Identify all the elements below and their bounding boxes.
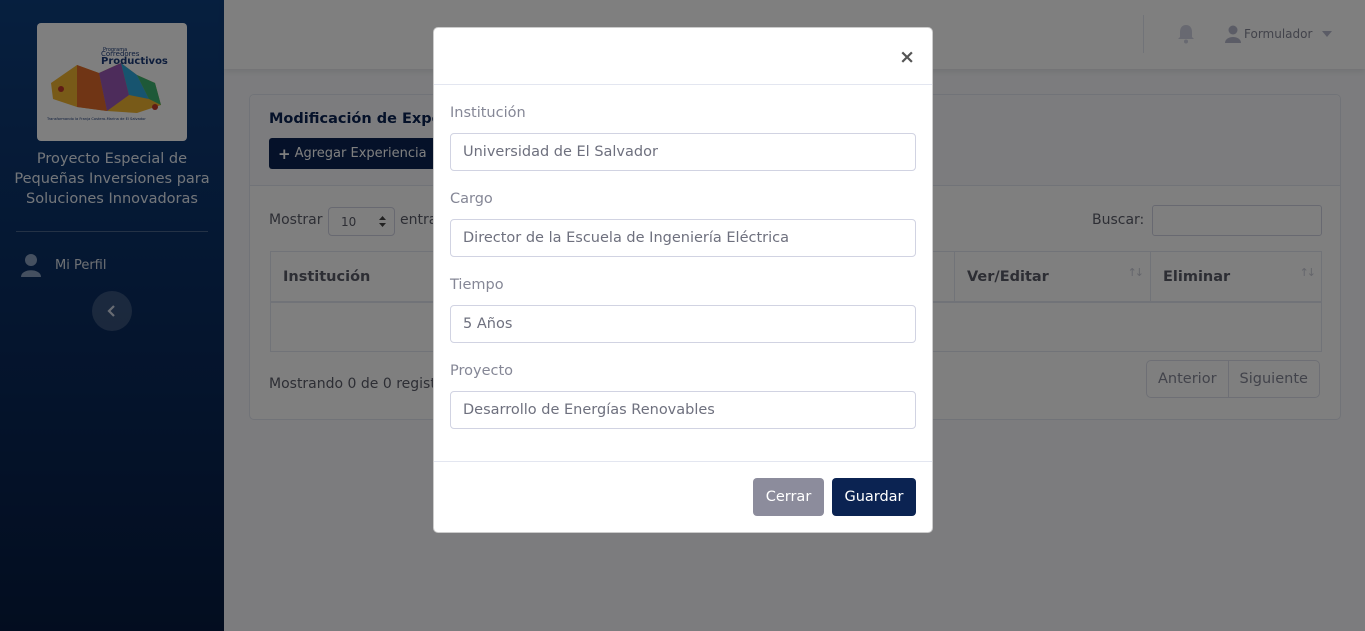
proyecto-field[interactable] <box>450 391 916 429</box>
proyecto-label: Proyecto <box>450 363 514 379</box>
cargo-label: Cargo <box>450 191 493 207</box>
modal-footer-divider <box>434 461 932 462</box>
tiempo-label: Tiempo <box>450 277 504 293</box>
institucion-label: Institución <box>450 105 526 121</box>
institucion-field[interactable] <box>450 133 916 171</box>
save-button[interactable]: Guardar <box>832 478 916 516</box>
tiempo-field[interactable] <box>450 305 916 343</box>
modal-header: × <box>434 28 932 85</box>
cargo-field[interactable] <box>450 219 916 257</box>
edit-experience-modal: × Institución Cargo Tiempo Proyecto Cerr… <box>433 27 933 533</box>
close-icon[interactable]: × <box>899 46 915 68</box>
cancel-button[interactable]: Cerrar <box>753 478 824 516</box>
